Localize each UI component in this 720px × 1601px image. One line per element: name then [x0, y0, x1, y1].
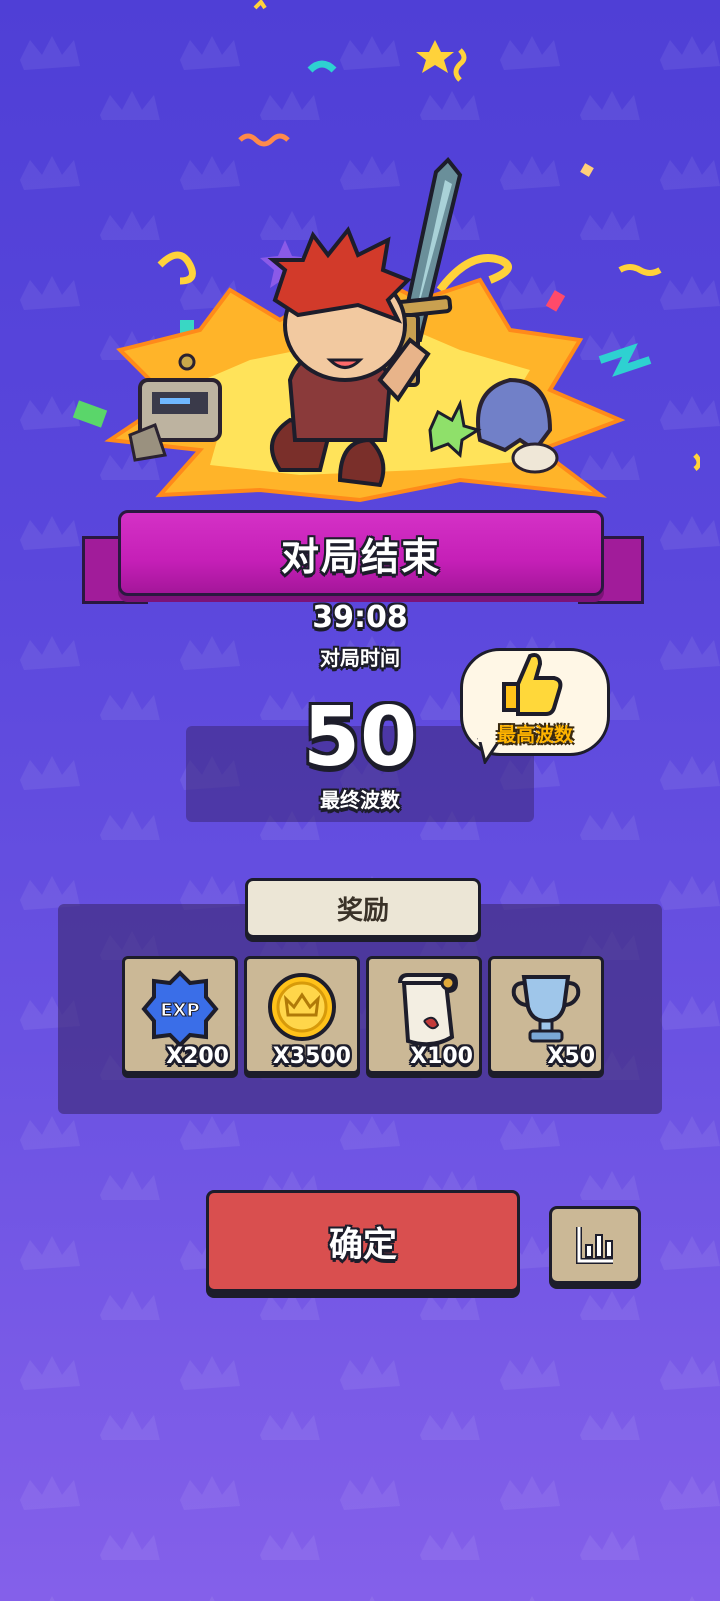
reward-scroll[interactable]: X100 [366, 956, 482, 1074]
result-banner: 对局结束 [118, 510, 604, 596]
reward-qty: X3500 [272, 1044, 351, 1069]
hero-illustration [72, 0, 700, 503]
reward-qty: X100 [410, 1044, 473, 1069]
reward-exp[interactable]: EXP X200 [122, 956, 238, 1074]
rewards-header-label: 奖励 [336, 895, 389, 926]
trophy-icon [511, 975, 581, 1043]
bar-chart-icon [576, 1227, 613, 1264]
final-wave-label: 最终波数 [320, 788, 400, 812]
best-wave-label: 最高波数 [496, 724, 573, 746]
exp-badge-text: EXP [160, 1000, 199, 1021]
stats-button[interactable] [549, 1206, 641, 1284]
gold-coin-icon [268, 973, 336, 1041]
reward-gold[interactable]: X3500 [244, 956, 360, 1074]
rewards-header: 奖励 [245, 878, 481, 938]
match-time-label: 对局时间 [320, 646, 400, 670]
match-time-value: 39:08 [312, 600, 408, 635]
reward-qty: X200 [166, 1044, 229, 1069]
thumbs-up-icon [502, 653, 563, 716]
reward-trophy[interactable]: X50 [488, 956, 604, 1074]
reward-qty: X50 [547, 1044, 595, 1069]
confirm-button[interactable]: 确定 [206, 1190, 520, 1292]
exp-badge-icon: EXP [141, 970, 219, 1048]
confirm-button-label: 确定 [329, 1224, 397, 1265]
banner-title: 对局结束 [280, 534, 441, 579]
scroll-icon [398, 973, 459, 1047]
